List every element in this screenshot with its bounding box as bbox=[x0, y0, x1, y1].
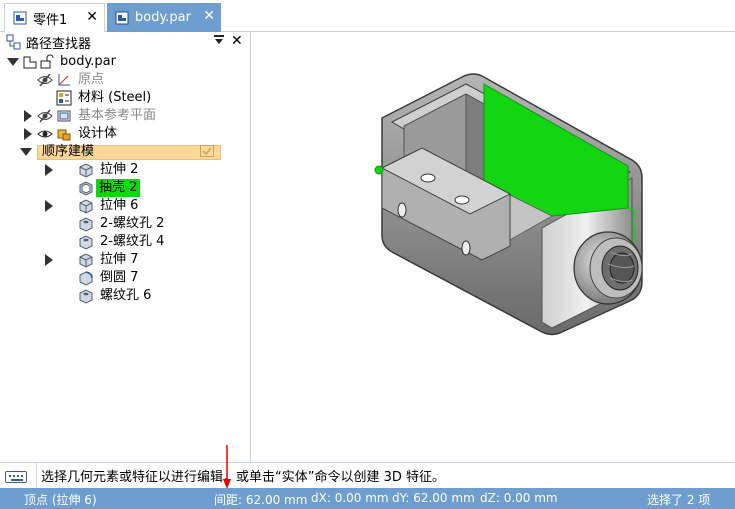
tree-item-reference-planes[interactable]: 基本参考平面 bbox=[0, 107, 250, 125]
tree-item-label: 拉伸 6 bbox=[100, 198, 139, 213]
tree-item-label: 拉伸 2 bbox=[100, 162, 139, 177]
status-selected-count: 选择了 2 项 bbox=[647, 493, 711, 507]
status-vertex: 顶点 (拉伸 6) bbox=[24, 493, 97, 507]
tree-item-sequential[interactable]: 顺序建模 bbox=[0, 143, 250, 161]
tree-item-origin[interactable]: 原点 bbox=[0, 71, 250, 89]
extrude-feature-icon bbox=[79, 253, 93, 268]
prompt-text: 选择几何元素或特征以进行编辑，或单击“实体”命令以创建 3D 特征。 bbox=[36, 463, 735, 489]
tree-item-feature[interactable]: 倒圆 7 bbox=[0, 269, 250, 287]
tree-item-label: 2-螺纹孔 4 bbox=[100, 234, 165, 249]
extrude-feature-icon bbox=[79, 163, 93, 178]
eye-hidden-icon[interactable] bbox=[37, 108, 53, 124]
pin-down-icon[interactable] bbox=[213, 34, 225, 46]
origin-axes-icon bbox=[58, 74, 70, 86]
part-icon bbox=[23, 56, 37, 69]
threaded-hole-icon bbox=[79, 217, 93, 232]
expand-arrow-icon[interactable] bbox=[45, 200, 53, 212]
part-document-icon bbox=[13, 11, 27, 25]
pathfinder-pane: 路径查找器 ✕ body.par 原点 材料 (Steel) 基本参考平面 设计… bbox=[0, 32, 251, 462]
unlock-icon bbox=[40, 54, 54, 69]
tree-item-material[interactable]: 材料 (Steel) bbox=[0, 89, 250, 107]
threaded-hole-icon bbox=[79, 235, 93, 250]
tree-item-label: 倒圆 7 bbox=[100, 270, 139, 285]
status-dx: dX: 0.00 mm bbox=[311, 491, 389, 505]
tab-close-button[interactable]: ✕ bbox=[86, 10, 98, 24]
part-model-view[interactable] bbox=[252, 32, 735, 462]
reference-plane-icon bbox=[57, 110, 71, 122]
keyboard-icon[interactable] bbox=[5, 471, 27, 483]
expand-arrow-icon[interactable] bbox=[45, 254, 53, 266]
tree-item-feature[interactable]: 螺纹孔 6 bbox=[0, 287, 250, 305]
part-document-icon bbox=[115, 11, 129, 24]
status-distance: 间距: 62.00 mm bbox=[214, 493, 308, 507]
tree-item-design-body[interactable]: 设计体 bbox=[0, 125, 250, 143]
tree-item-label: 顺序建模 bbox=[42, 144, 95, 159]
check-icon[interactable] bbox=[200, 145, 214, 157]
tree-item-feature[interactable]: 2-螺纹孔 2 bbox=[0, 215, 250, 233]
tree-item-label: 拉伸 7 bbox=[100, 252, 139, 267]
tree-item-label: 原点 bbox=[78, 72, 105, 87]
tree-item-label: body.par bbox=[60, 54, 116, 69]
round-feature-icon bbox=[79, 271, 93, 286]
tree-item-label: 螺纹孔 6 bbox=[100, 288, 152, 303]
tree-item-label: 材料 (Steel) bbox=[78, 90, 152, 105]
pathfinder-icon bbox=[6, 34, 21, 50]
document-tab-bar: 零件1 ✕ body.par ✕ bbox=[0, 0, 735, 32]
tab-body-par[interactable]: body.par ✕ bbox=[107, 3, 221, 32]
selected-vertex-marker bbox=[374, 165, 384, 175]
eye-icon[interactable] bbox=[37, 126, 53, 142]
extrude-feature-icon bbox=[79, 199, 93, 214]
tree-item-feature[interactable]: 2-螺纹孔 4 bbox=[0, 233, 250, 251]
tab-close-button[interactable]: ✕ bbox=[203, 9, 215, 23]
collapse-arrow-icon[interactable] bbox=[7, 58, 19, 66]
material-icon bbox=[56, 90, 72, 106]
tree-item-feature[interactable]: 拉伸 2 bbox=[0, 161, 250, 179]
status-dz: dZ: 0.00 mm bbox=[480, 491, 558, 505]
arrow-down-indicator bbox=[223, 445, 231, 489]
tree-item-label-selected: 抽壳 2 bbox=[96, 179, 141, 197]
prompt-bar: 选择几何元素或特征以进行编辑，或单击“实体”命令以创建 3D 特征。 bbox=[0, 445, 735, 489]
tree-item-label: 2-螺纹孔 2 bbox=[100, 216, 165, 231]
tree-item-feature[interactable]: 抽壳 2 bbox=[0, 179, 250, 197]
eye-hidden-icon[interactable] bbox=[37, 72, 53, 88]
graphics-viewport[interactable] bbox=[252, 32, 735, 462]
expand-arrow-icon[interactable] bbox=[24, 110, 32, 122]
tree-item-label: 设计体 bbox=[78, 126, 118, 141]
expand-arrow-icon[interactable] bbox=[45, 164, 53, 176]
pathfinder-title: 路径查找器 bbox=[26, 37, 92, 52]
shell-feature-icon bbox=[79, 181, 93, 196]
design-body-icon bbox=[57, 129, 71, 141]
tab-label: body.par bbox=[135, 10, 191, 25]
status-dy: dY: 62.00 mm bbox=[392, 491, 475, 505]
collapse-arrow-icon[interactable] bbox=[20, 148, 32, 156]
pathfinder-close-button[interactable]: ✕ bbox=[231, 33, 243, 49]
status-bar: 顶点 (拉伸 6) 间距: 62.00 mm dX: 0.00 mm dY: 6… bbox=[0, 488, 735, 509]
pathfinder-header: 路径查找器 ✕ bbox=[0, 32, 250, 52]
expand-arrow-icon[interactable] bbox=[24, 128, 32, 140]
tree-item-label: 基本参考平面 bbox=[78, 108, 157, 123]
tree-item-root[interactable]: body.par bbox=[0, 53, 250, 71]
tab-label: 零件1 bbox=[33, 12, 68, 28]
tree-item-feature[interactable]: 拉伸 7 bbox=[0, 251, 250, 269]
threaded-hole-icon bbox=[79, 289, 93, 304]
tab-part1[interactable]: 零件1 ✕ bbox=[4, 3, 105, 32]
tree-item-feature[interactable]: 拉伸 6 bbox=[0, 197, 250, 215]
